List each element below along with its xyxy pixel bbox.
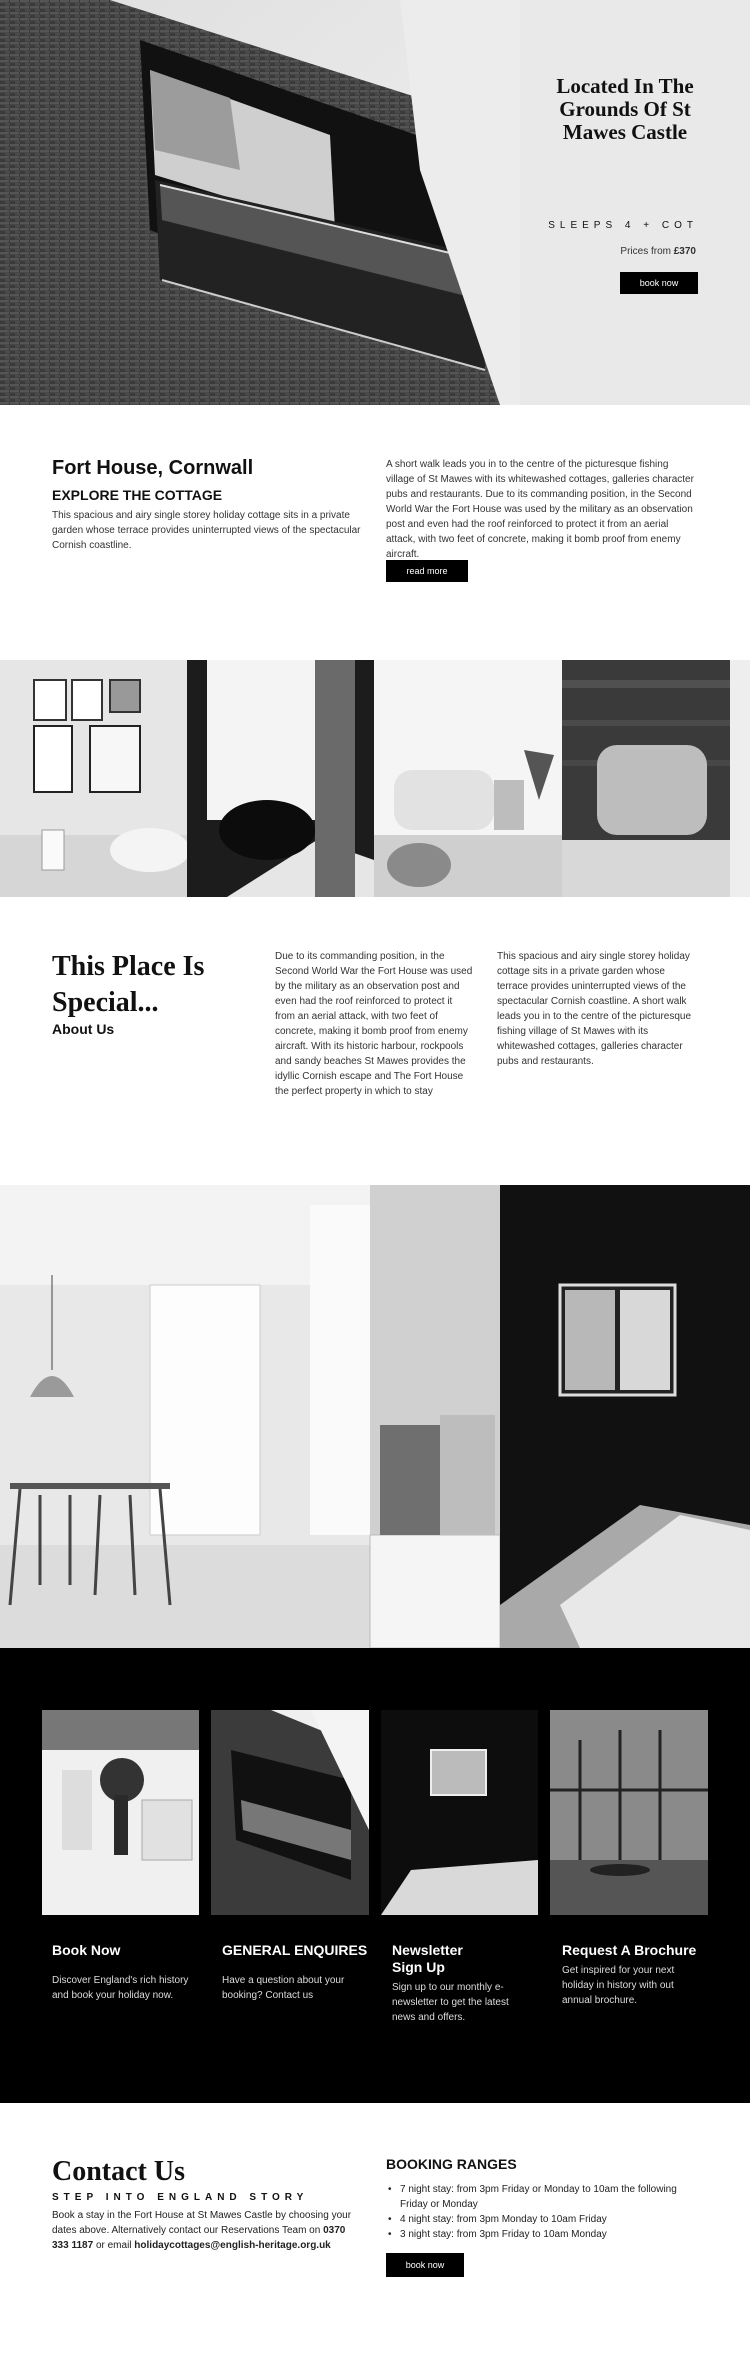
gallery-photo-living-room <box>0 660 187 897</box>
contact-email[interactable]: holidaycottages@english-heritage.org.uk <box>134 2240 330 2251</box>
hero-sleeps: SLEEPS 4 + COT <box>548 220 698 231</box>
intro-section: Fort House, Cornwall EXPLORE THE COTTAGE… <box>0 405 750 660</box>
about-text-col2: This spacious and airy single storey hol… <box>497 951 692 1067</box>
hero-title-line: Mawes Castle <box>562 120 688 144</box>
booking-ranges-list: 7 night stay: from 3pm Friday or Monday … <box>388 2182 688 2242</box>
card-book-now[interactable]: Book Now Discover England's rich history… <box>52 1942 202 2003</box>
intro-text: This spacious and airy single storey hol… <box>52 510 361 551</box>
gallery-photo-chair <box>187 660 374 897</box>
hero-price-prefix: Prices from <box>620 246 674 257</box>
contact-section: Contact Us STEP INTO ENGLAND STORY Book … <box>0 2103 750 2355</box>
hero-section: Located In The Grounds Of St Mawes Castl… <box>0 0 750 405</box>
hero-building-image <box>0 0 520 405</box>
card-photo-kitchen <box>42 1710 199 1915</box>
hero-price: £370 <box>673 246 696 257</box>
card-photo-conservatory <box>550 1710 708 1915</box>
card-text: Sign up to our monthly e-newsletter to g… <box>392 1982 509 2023</box>
booking-range-item: 4 night stay: from 3pm Monday to 10am Fr… <box>388 2212 688 2227</box>
read-more-button[interactable]: read more <box>386 560 468 582</box>
contact-or-email: or email <box>93 2240 135 2251</box>
booking-range-item: 7 night stay: from 3pm Friday or Monday … <box>388 2182 688 2212</box>
about-section: This Place Is Special... About Us Due to… <box>0 897 750 1185</box>
card-title: Request A Brochure <box>562 1942 697 1958</box>
card-title: Newsletter Sign Up <box>392 1942 463 1975</box>
contact-text: Book a stay in the Fort House at St Mawe… <box>52 2210 352 2236</box>
contact-book-button[interactable]: book now <box>386 2253 464 2277</box>
intro-subtitle: EXPLORE THE COTTAGE <box>52 487 223 503</box>
intro-title: Fort House, Cornwall <box>52 457 254 479</box>
card-brochure[interactable]: Request A Brochure Get inspired for your… <box>562 1942 697 2008</box>
card-photo-balcony <box>211 1710 369 1915</box>
about-title-line: Special... <box>52 987 159 1018</box>
card-title: Book Now <box>52 1942 121 1958</box>
card-title: GENERAL ENQUIRES <box>222 1942 368 1958</box>
card-photo-window <box>381 1710 538 1915</box>
interior-window-image <box>500 1185 750 1648</box>
card-text: Have a question about your booking? Cont… <box>222 1975 345 2001</box>
cards-section: Book Now Discover England's rich history… <box>0 1648 750 2103</box>
intro-right-text: A short walk leads you in to the centre … <box>386 459 694 560</box>
about-subtitle: About Us <box>52 1021 115 1037</box>
hero-book-button[interactable]: book now <box>620 272 698 294</box>
hero-title-line: Grounds Of St <box>559 97 691 121</box>
card-text: Discover England's rich history and book… <box>52 1975 189 2001</box>
booking-range-item: 3 night stay: from 3pm Friday to 10am Mo… <box>388 2227 688 2242</box>
card-text: Get inspired for your next holiday in hi… <box>562 1965 675 2006</box>
hero-title-line: Located In The <box>556 74 694 98</box>
gallery-photo-armchair <box>562 660 750 897</box>
interior-banner <box>0 1185 750 1648</box>
about-title-line: This Place Is <box>52 951 205 982</box>
interior-dining-image <box>0 1185 500 1648</box>
card-general-enquiries[interactable]: GENERAL ENQUIRES Have a question about y… <box>222 1942 372 2003</box>
gallery-photo-sofa <box>374 660 562 897</box>
contact-title: Contact Us <box>52 2156 185 2187</box>
contact-tagline: STEP INTO ENGLAND STORY <box>52 2192 309 2203</box>
gallery-strip <box>0 660 750 897</box>
card-newsletter[interactable]: Newsletter Sign Up Sign up to our monthl… <box>392 1942 522 2025</box>
booking-ranges-title: BOOKING RANGES <box>386 2156 517 2172</box>
about-text-col1: Due to its commanding position, in the S… <box>275 951 473 1097</box>
